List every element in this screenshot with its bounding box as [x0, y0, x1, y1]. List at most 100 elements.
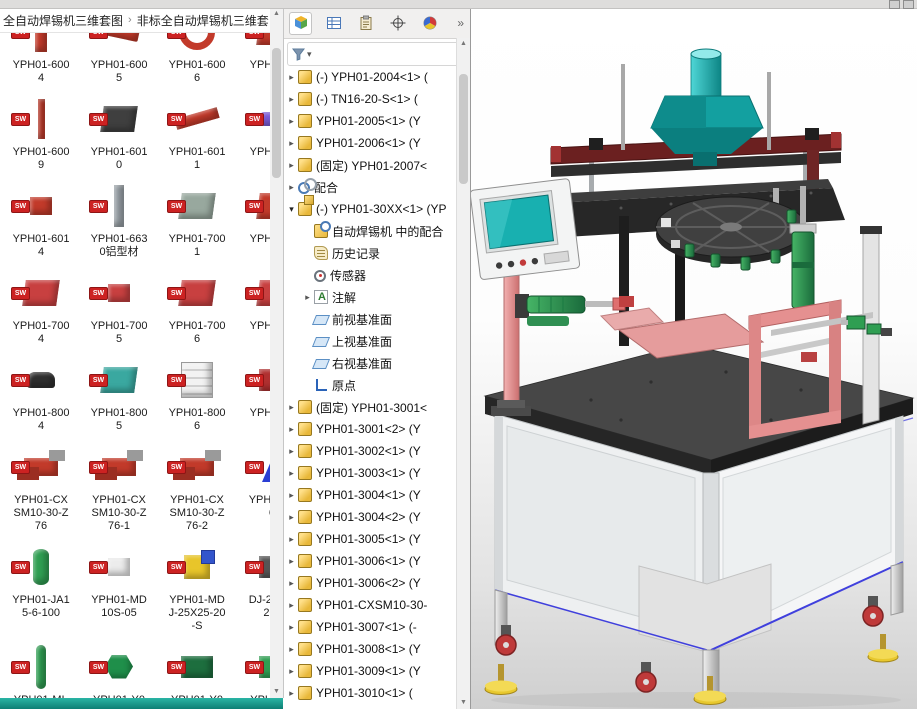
library-item[interactable]: SW YPH01-60 — [236, 92, 270, 179]
library-item[interactable]: SW YPH01-6009 — [2, 92, 80, 179]
expand-arrow-icon[interactable] — [285, 644, 298, 655]
tree-item[interactable]: (-) YPH01-2004<1> ( — [285, 66, 457, 88]
layout-icon[interactable] — [889, 0, 900, 9]
library-item[interactable]: SW YPH01-7005 — [80, 266, 158, 353]
breadcrumb-tab-2[interactable]: 非标全自动焊锡机三维套 — [137, 12, 269, 29]
tree-item[interactable]: YPH01-3004<1> (Y — [285, 484, 457, 506]
library-item[interactable]: SW YPH01-MDJ-25X25-20-S — [158, 540, 236, 640]
library-item[interactable]: SW YPH01-6010 — [80, 92, 158, 179]
tree-item[interactable]: YPH01-3006<1> (Y — [285, 550, 457, 572]
tree-item[interactable]: 原点 — [285, 374, 457, 396]
expand-arrow-icon[interactable] — [285, 534, 298, 545]
expand-arrow-icon[interactable] — [285, 490, 298, 501]
tree-item[interactable]: (固定) YPH01-2007< — [285, 154, 457, 176]
library-item[interactable]: SW YPH01-8004 — [2, 353, 80, 440]
tree-item[interactable]: (-) TN16-20-S<1> ( — [285, 88, 457, 110]
expand-arrow-icon[interactable] — [285, 666, 298, 677]
expand-arrow-icon[interactable] — [301, 292, 314, 303]
tree-scrollbar-thumb[interactable] — [459, 74, 468, 184]
expand-arrow-icon[interactable] — [285, 72, 298, 83]
tree-item[interactable]: YPH01-3007<1> (- — [285, 616, 457, 638]
library-item[interactable]: SW YPH01-80 — [236, 353, 270, 440]
tree-item[interactable]: YPH01-2005<1> (Y — [285, 110, 457, 132]
tabs-overflow-chevron-icon[interactable]: » — [457, 16, 464, 30]
tab-featuremanager[interactable] — [289, 12, 312, 35]
library-item[interactable]: SW YPH01-8006 — [158, 353, 236, 440]
library-item[interactable]: SW YPH01-7004 — [2, 266, 80, 353]
expand-arrow-icon[interactable] — [285, 556, 298, 567]
library-item[interactable]: SW YPH01-7001 — [158, 179, 236, 266]
graphics-viewport[interactable] — [470, 0, 917, 709]
tab-propertymanager[interactable] — [323, 13, 344, 34]
tab-dimxpertmanager[interactable] — [387, 13, 408, 34]
library-item[interactable]: SW YPH01-CXSM10-30-Z76-1 — [80, 440, 158, 540]
library-item[interactable]: SW YPH01-R067 — [236, 440, 270, 540]
library-item[interactable]: SW YPH01-60 — [236, 33, 270, 92]
library-item[interactable]: SW DJ-25X25-20-S — [236, 540, 270, 640]
library-item[interactable]: SW YPH01-Y07-59D1-3074马达 — [158, 640, 236, 699]
tree-item[interactable]: 右视基准面 — [285, 352, 457, 374]
library-scrollbar[interactable]: ▲ ▼ — [270, 8, 284, 698]
tree-item[interactable]: YPH01-3005<1> (Y — [285, 528, 457, 550]
tree-item[interactable]: YPH01-3004<2> (Y — [285, 506, 457, 528]
library-item[interactable]: SW YPH01-6014 — [2, 179, 80, 266]
library-item[interactable]: SW YPH01-6630铝型材 — [80, 179, 158, 266]
tab-configurationmanager[interactable] — [355, 13, 376, 34]
tree-item[interactable]: YPH01-3002<1> (Y — [285, 440, 457, 462]
tab-displaymanager[interactable] — [419, 13, 440, 34]
expand-arrow-icon[interactable] — [285, 622, 298, 633]
tree-item[interactable]: YPH01-CXSM10-30- — [285, 594, 457, 616]
scroll-up-icon[interactable]: ▲ — [457, 38, 470, 50]
library-item[interactable]: SW YPH01-70 — [236, 179, 270, 266]
library-item[interactable]: SW YPH01-进料Y09-75 — [236, 640, 270, 699]
expand-arrow-icon[interactable] — [285, 94, 298, 105]
expand-arrow-icon[interactable] — [285, 402, 298, 413]
tree-item[interactable]: 注解 — [285, 286, 457, 308]
scroll-up-icon[interactable]: ▲ — [270, 8, 283, 20]
expand-arrow-icon[interactable] — [285, 138, 298, 149]
tree-item[interactable]: 上视基准面 — [285, 330, 457, 352]
expand-arrow-icon[interactable] — [285, 578, 298, 589]
library-item[interactable]: SW YPH01-CXSM10-30-Z76-2 — [158, 440, 236, 540]
tree-item[interactable]: 传感器 — [285, 264, 457, 286]
scroll-down-icon[interactable]: ▼ — [457, 697, 470, 709]
library-item[interactable]: SW YPH01-MD10S-05 — [80, 540, 158, 640]
tree-filter[interactable]: ▾ — [287, 42, 466, 66]
tree-item[interactable]: YPH01-3010<1> ( — [285, 682, 457, 704]
tree-item[interactable]: YPH01-3008<1> (Y — [285, 638, 457, 660]
expand-arrow-icon[interactable] — [285, 424, 298, 435]
tree-item[interactable]: YPH01-3006<2> (Y — [285, 572, 457, 594]
library-item[interactable]: SW YPH01-6005 — [80, 33, 158, 92]
tree-item[interactable]: YPH01-2006<1> (Y — [285, 132, 457, 154]
scroll-down-icon[interactable]: ▼ — [270, 686, 283, 698]
library-item[interactable]: SW YPH01-8005 — [80, 353, 158, 440]
expand-arrow-icon[interactable] — [285, 446, 298, 457]
expand-arrow-icon[interactable] — [285, 468, 298, 479]
library-item[interactable]: SW YPH01-JA15-6-100 — [2, 540, 80, 640]
library-item[interactable]: SW YPH01-6004 — [2, 33, 80, 92]
tree-scrollbar[interactable]: ▲ ▼ — [456, 38, 470, 709]
library-item[interactable]: SW YPH01-6006 — [158, 33, 236, 92]
tree-item[interactable]: (固定) YPH01-3001< — [285, 396, 457, 418]
library-item[interactable]: SW YPH01-Y07-43D4-5060 — [80, 640, 158, 699]
tree-item[interactable]: YPH01-3001<2> (Y — [285, 418, 457, 440]
library-item[interactable]: SW YPH01-6011 — [158, 92, 236, 179]
breadcrumb-tab-1[interactable]: 全自动焊锡机三维套图 — [3, 12, 123, 29]
expand-arrow-icon[interactable] — [285, 512, 298, 523]
tree-item[interactable]: (-) YPH01-30XX<1> (YP — [285, 198, 457, 220]
tree-item[interactable]: YPH01-3003<1> (Y — [285, 462, 457, 484]
expand-arrow-icon[interactable] — [285, 160, 298, 171]
grid-icon[interactable] — [903, 0, 914, 9]
library-item[interactable]: SW YPH01-MI-16x30-S-U — [2, 640, 80, 699]
tree-item[interactable]: 历史记录 — [285, 242, 457, 264]
tree-item[interactable]: YPH01-3009<1> (Y — [285, 660, 457, 682]
expand-arrow-icon[interactable] — [285, 688, 298, 699]
library-scrollbar-thumb[interactable] — [272, 48, 281, 178]
tree-item[interactable]: 前视基准面 — [285, 308, 457, 330]
expand-arrow-icon[interactable] — [285, 116, 298, 127]
expand-arrow-icon[interactable] — [285, 182, 298, 193]
expand-arrow-icon[interactable] — [285, 600, 298, 611]
library-item[interactable]: SW YPH01-CXSM10-30-Z76 — [2, 440, 80, 540]
library-item[interactable]: SW YPH01-70 — [236, 266, 270, 353]
library-item[interactable]: SW YPH01-7006 — [158, 266, 236, 353]
